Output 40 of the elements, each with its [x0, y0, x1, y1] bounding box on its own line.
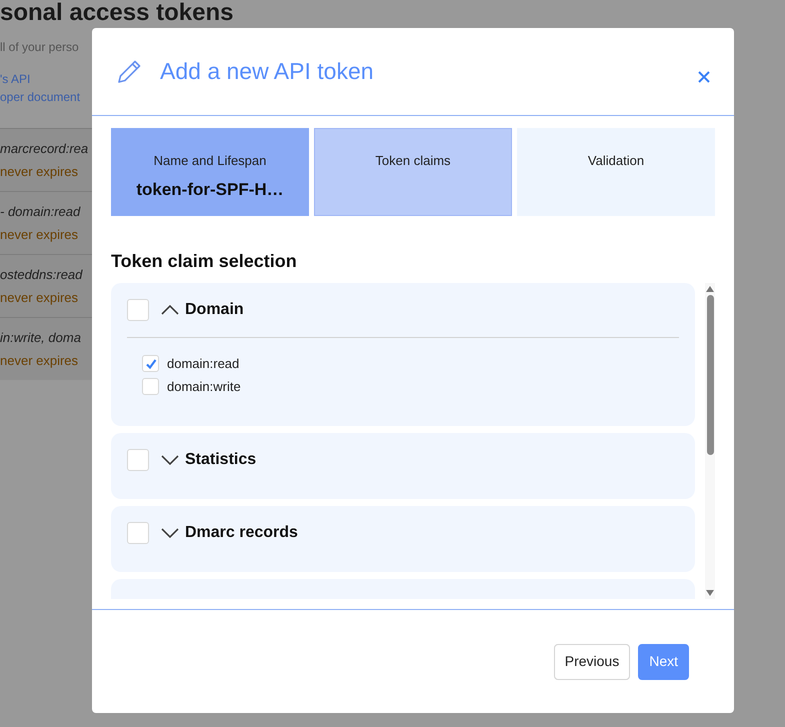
group-name[interactable]: Dmarc records: [185, 521, 298, 545]
previous-button[interactable]: Previous: [554, 644, 630, 680]
close-icon[interactable]: [698, 70, 710, 82]
checkbox[interactable]: [127, 299, 149, 321]
claim-label: domain:read: [167, 355, 240, 373]
step-label: Validation: [588, 152, 644, 170]
scroll-up-icon[interactable]: [706, 286, 714, 292]
scroll-down-icon[interactable]: [706, 590, 714, 596]
checkbox[interactable]: [142, 378, 159, 395]
token-scopes: marcrecord:rea: [0, 140, 90, 158]
step-label: Name and Lifespan: [154, 152, 266, 170]
checkmark-icon: [144, 358, 156, 370]
step-tab[interactable]: Token claims: [314, 128, 512, 216]
scrollbar[interactable]: [705, 283, 715, 599]
chevron-down-icon[interactable]: [161, 455, 179, 465]
token-scopes: - domain:read: [0, 203, 82, 221]
checkbox[interactable]: [127, 522, 149, 544]
group-name[interactable]: Domain: [185, 298, 244, 322]
scrollbar-thumb[interactable]: [706, 295, 714, 455]
claim-label: domain:write: [167, 378, 241, 396]
expiry-label: never expires: [0, 288, 80, 307]
checkbox[interactable]: [127, 449, 149, 471]
pencil-icon: [116, 58, 142, 84]
token-scopes: in:write, doma: [0, 329, 82, 347]
step-tab[interactable]: Validation: [517, 128, 715, 216]
checkbox[interactable]: [142, 355, 159, 372]
page-title: sonal access tokens: [0, 0, 234, 28]
chevron-up-icon[interactable]: [161, 305, 179, 315]
dialog-title: Add a new API token: [160, 57, 375, 86]
expiry-label: never expires: [0, 162, 80, 181]
group-name[interactable]: Statistics: [185, 448, 256, 472]
step-label: Token claims: [375, 152, 451, 170]
expiry-label: never expires: [0, 226, 80, 244]
step-tab[interactable]: Name and Lifespan token-for-SPF-H…: [111, 128, 309, 216]
step-value: token-for-SPF-H…: [136, 178, 284, 200]
section-title: Token claim selection: [111, 250, 298, 273]
token-scopes: osteddns:read: [0, 266, 84, 284]
expiry-label: never expires: [0, 352, 80, 370]
chevron-down-icon[interactable]: [161, 528, 179, 538]
intro-text: ll of your perso: [0, 39, 80, 56]
